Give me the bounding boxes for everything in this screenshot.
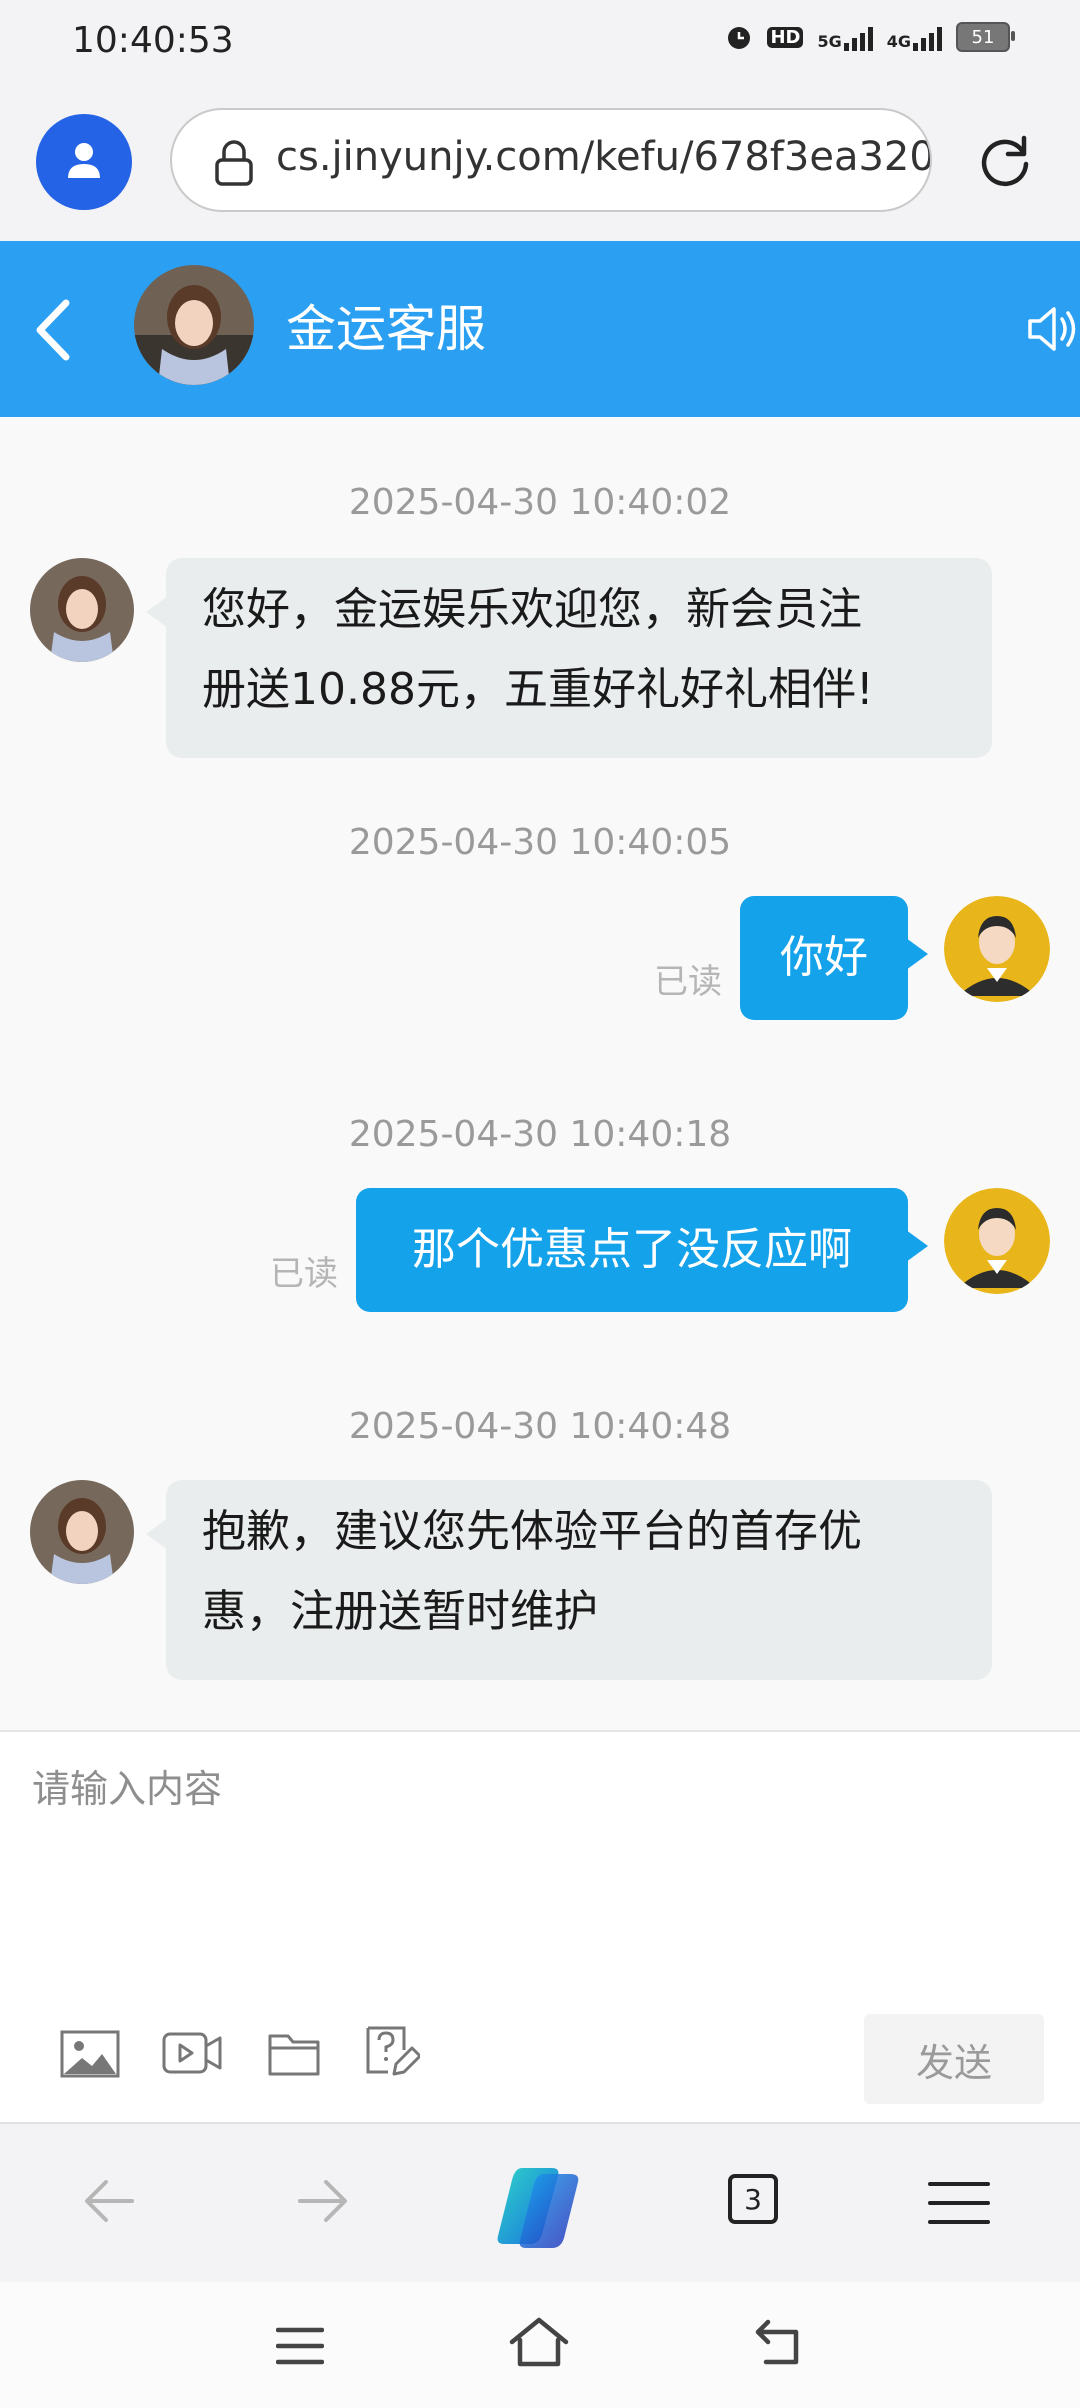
user-message-avatar xyxy=(944,896,1050,1002)
user-icon xyxy=(68,143,100,178)
message-timestamp: 2025-04-30 10:40:05 xyxy=(348,822,732,863)
system-nav-bar xyxy=(0,2282,1080,2408)
user-avatar-icon xyxy=(944,896,1050,1002)
outgoing-message-bubble[interactable]: 你好 xyxy=(740,896,928,1020)
forward-arrow-icon[interactable] xyxy=(296,2176,350,2226)
incoming-message-bubble[interactable]: 您好，金运娱乐欢迎您，新会员注 册送10.88元，五重好礼好礼相伴! xyxy=(146,558,992,758)
status-bar: 10:40:53 HD 5G 4G 51 xyxy=(0,0,1080,86)
menu-icon[interactable] xyxy=(928,2180,990,2226)
send-button[interactable]: 发送 xyxy=(864,2014,1044,2104)
message-line: 册送10.88元，五重好礼好礼相伴! xyxy=(202,664,874,715)
message-timestamp: 2025-04-30 10:40:48 xyxy=(348,1406,732,1447)
back-icon[interactable] xyxy=(754,2318,806,2368)
chat-title: 金运客服 xyxy=(286,300,486,358)
status-time: 10:40:53 xyxy=(72,20,234,61)
agent-avatar[interactable] xyxy=(134,265,254,385)
message-timestamp: 2025-04-30 10:40:18 xyxy=(348,1114,732,1155)
outgoing-message-bubble[interactable]: 那个优惠点了没反应啊 xyxy=(356,1188,928,1312)
back-arrow-icon[interactable] xyxy=(82,2176,136,2226)
message-line: 您好，金运娱乐欢迎您，新会员注 xyxy=(202,584,862,635)
read-status: 已读 xyxy=(654,962,722,1002)
agent-photo-icon xyxy=(30,558,134,662)
hd-badge: HD xyxy=(767,26,804,48)
video-icon[interactable] xyxy=(162,2030,224,2076)
url-text: cs.jinyunjy.com/kefu/678f3ea3207 xyxy=(276,134,932,180)
signal-bars-icon xyxy=(843,23,873,51)
lock-icon xyxy=(215,140,253,186)
message-input-area[interactable]: 请输入内容 发送 xyxy=(0,1730,1080,2124)
user-message-avatar xyxy=(944,1188,1050,1294)
signal-4g-label: 4G xyxy=(886,32,911,51)
profile-button[interactable] xyxy=(36,114,132,210)
read-status: 已读 xyxy=(270,1254,338,1294)
message-line: 抱歉，建议您先体验平台的首存优 xyxy=(202,1506,862,1557)
agent-photo-icon xyxy=(30,1480,134,1584)
speaker-icon[interactable] xyxy=(1024,301,1080,357)
folder-icon[interactable] xyxy=(268,2030,320,2076)
battery-icon: 51 xyxy=(956,22,1015,52)
signal-bars-icon xyxy=(913,23,942,51)
copilot-icon[interactable] xyxy=(492,2164,586,2248)
image-icon[interactable] xyxy=(60,2030,120,2078)
agent-message-avatar xyxy=(30,1480,134,1584)
signal-5g-label: 5G xyxy=(817,32,842,51)
signal-5g: 5G xyxy=(817,23,873,51)
status-icons: HD 5G 4G 51 xyxy=(725,22,1015,52)
faq-edit-icon[interactable] xyxy=(364,2024,420,2080)
message-line: 惠，注册送暂时维护 xyxy=(202,1586,598,1637)
reload-icon[interactable] xyxy=(976,130,1036,190)
message-timestamp: 2025-04-30 10:40:02 xyxy=(348,482,732,523)
home-icon[interactable] xyxy=(508,2316,570,2368)
recents-icon[interactable] xyxy=(276,2326,324,2366)
alarm-icon xyxy=(728,27,751,49)
chat-header: 金运客服 xyxy=(0,241,1080,417)
signal-4g: 4G xyxy=(887,23,942,51)
browser-nav-bar: 3 xyxy=(0,2122,1080,2284)
message-input-placeholder[interactable]: 请输入内容 xyxy=(32,1758,222,1813)
user-avatar-icon xyxy=(944,1188,1050,1294)
agent-message-avatar xyxy=(30,558,134,662)
agent-photo-icon xyxy=(134,265,254,385)
incoming-message-bubble[interactable]: 抱歉，建议您先体验平台的首存优 惠，注册送暂时维护 xyxy=(146,1480,992,1680)
back-chevron-icon[interactable] xyxy=(26,295,86,365)
tabs-icon[interactable]: 3 xyxy=(728,2174,778,2224)
address-bar[interactable]: cs.jinyunjy.com/kefu/678f3ea3207 xyxy=(170,108,932,212)
